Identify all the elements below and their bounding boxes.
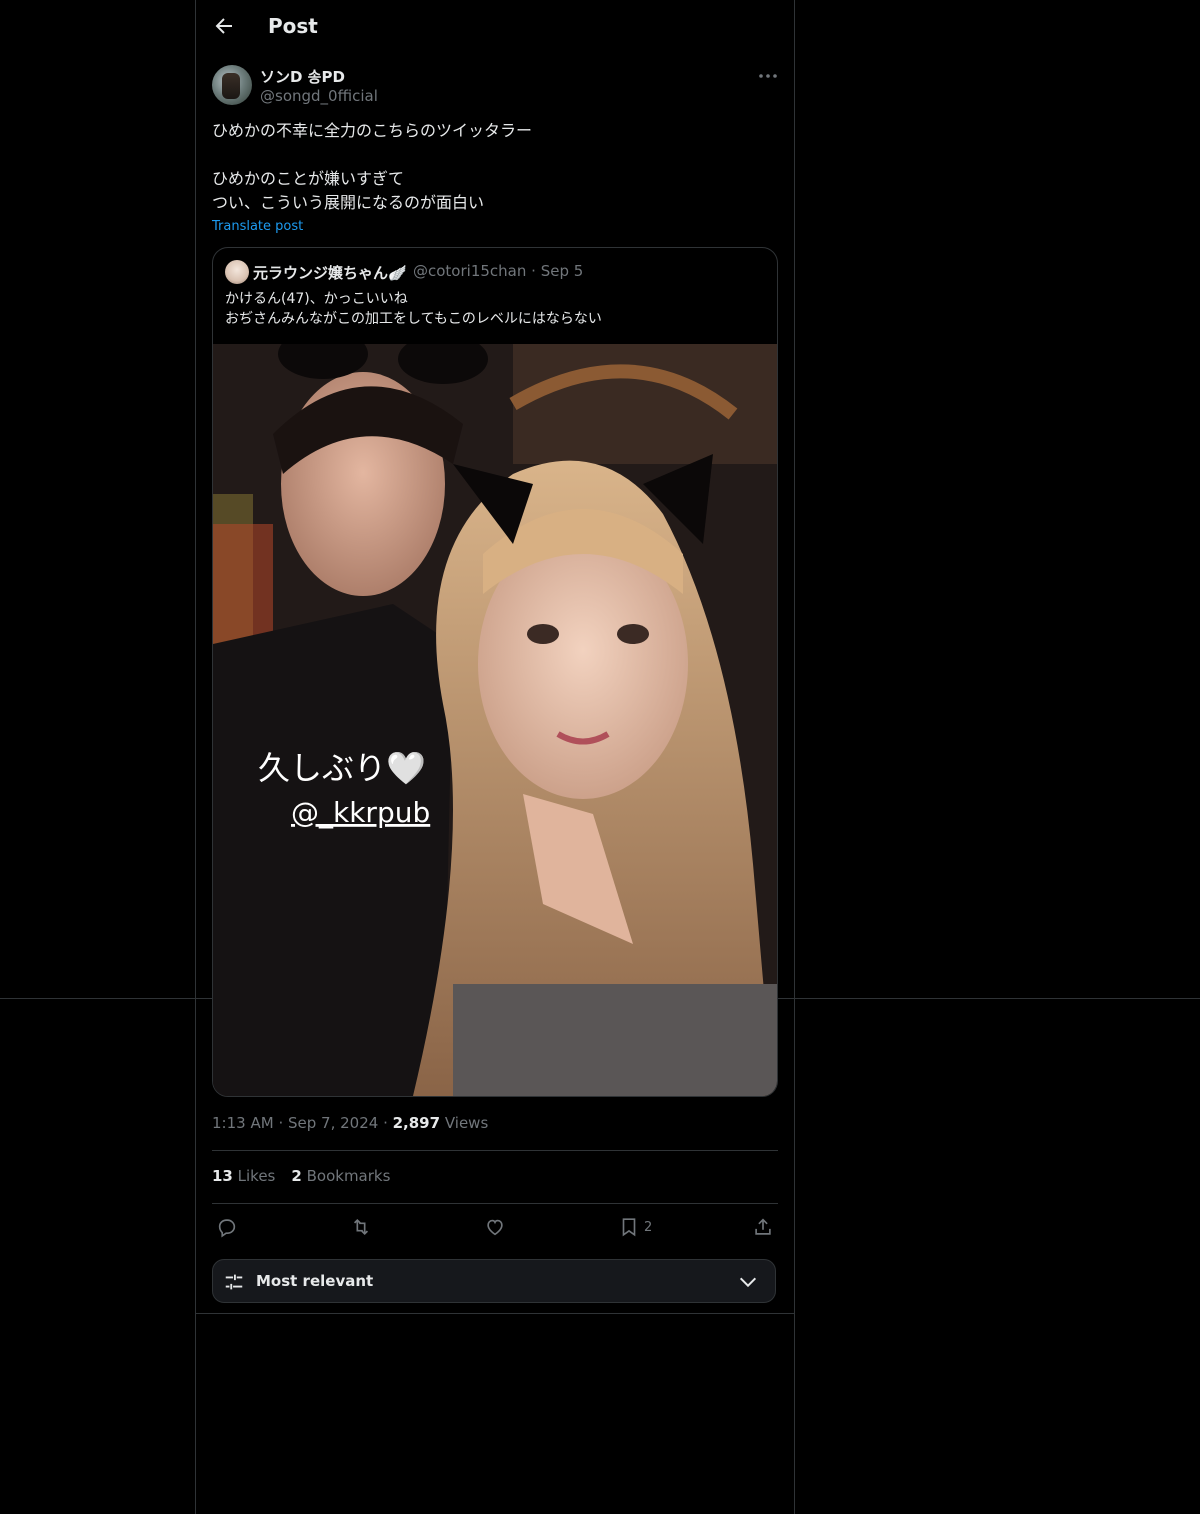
engagement-stats: 13 Likes 2 Bookmarks bbox=[212, 1167, 390, 1185]
main-column: Post ソンD 송PD @songd_0fficial ひめかの不幸に全力のこ… bbox=[195, 0, 795, 1514]
author-handle[interactable]: @songd_0fficial bbox=[260, 87, 378, 105]
meta-separator: · bbox=[531, 262, 541, 280]
views-label: Views bbox=[444, 1114, 489, 1132]
photo-illustration: 久しぶり🤍 @_kkrpub bbox=[213, 344, 777, 1096]
quote-meta: @cotori15chan · Sep 5 bbox=[413, 262, 583, 280]
like-icon[interactable] bbox=[484, 1216, 506, 1238]
likes-label: Likes bbox=[237, 1167, 276, 1185]
page-header: Post bbox=[196, 0, 794, 54]
bookmarks-count: 2 bbox=[291, 1167, 302, 1185]
post-meta: 1:13 AM · Sep 7, 2024 · 2,897 Views bbox=[212, 1114, 488, 1132]
sliders-icon bbox=[225, 1274, 243, 1290]
quote-author-name[interactable]: 元ラウンジ嬢ちゃん🪽 bbox=[253, 262, 407, 283]
share-icon[interactable] bbox=[752, 1216, 774, 1238]
meta-separator: · bbox=[383, 1114, 393, 1132]
likes-count: 13 bbox=[212, 1167, 233, 1185]
bookmarks-label: Bookmarks bbox=[306, 1167, 391, 1185]
quote-author-handle[interactable]: @cotori15chan bbox=[413, 262, 526, 280]
quote-text: かけるん(47)、かっこいいね おぢさんみんながこの加工をしてもこのレベルにはな… bbox=[225, 291, 602, 327]
views-count: 2,897 bbox=[392, 1114, 441, 1132]
divider bbox=[196, 1313, 794, 1314]
quote-media-image[interactable]: 久しぶり🤍 @_kkrpub bbox=[213, 344, 777, 1096]
quote-date[interactable]: Sep 5 bbox=[541, 262, 584, 280]
repost-icon[interactable] bbox=[350, 1216, 372, 1238]
sort-replies-dropdown[interactable]: Most relevant bbox=[212, 1259, 776, 1303]
bookmark-icon[interactable] bbox=[618, 1216, 640, 1238]
avatar[interactable] bbox=[212, 65, 252, 105]
more-icon[interactable] bbox=[756, 64, 780, 88]
quote-avatar[interactable] bbox=[225, 260, 249, 284]
post-text: ひめかの不幸に全力のこちらのツイッタラー ひめかのことが嫌いすぎて つい、こうい… bbox=[212, 121, 533, 212]
image-overlay-text: 久しぶり🤍 bbox=[258, 749, 426, 787]
bookmark-count: 2 bbox=[644, 1220, 653, 1235]
translate-post-link[interactable]: Translate post bbox=[212, 219, 303, 234]
reply-icon[interactable] bbox=[216, 1216, 238, 1238]
post-date[interactable]: Sep 7, 2024 bbox=[288, 1114, 378, 1132]
divider bbox=[212, 1203, 778, 1204]
divider bbox=[212, 1150, 778, 1151]
author-name[interactable]: ソンD 송PD bbox=[260, 66, 345, 87]
post-time[interactable]: 1:13 AM bbox=[212, 1114, 274, 1132]
image-overlay-handle: @_kkrpub bbox=[291, 796, 430, 829]
quoted-post[interactable]: 元ラウンジ嬢ちゃん🪽 @cotori15chan · Sep 5 かけるん(47… bbox=[212, 247, 778, 1097]
page-title: Post bbox=[268, 14, 318, 38]
chevron-down-icon bbox=[739, 1277, 757, 1288]
bookmarks-stat[interactable]: 2 Bookmarks bbox=[291, 1167, 390, 1185]
meta-separator: · bbox=[278, 1114, 288, 1132]
back-arrow-icon[interactable] bbox=[212, 14, 236, 38]
likes-stat[interactable]: 13 Likes bbox=[212, 1167, 275, 1185]
sort-label: Most relevant bbox=[256, 1272, 374, 1290]
